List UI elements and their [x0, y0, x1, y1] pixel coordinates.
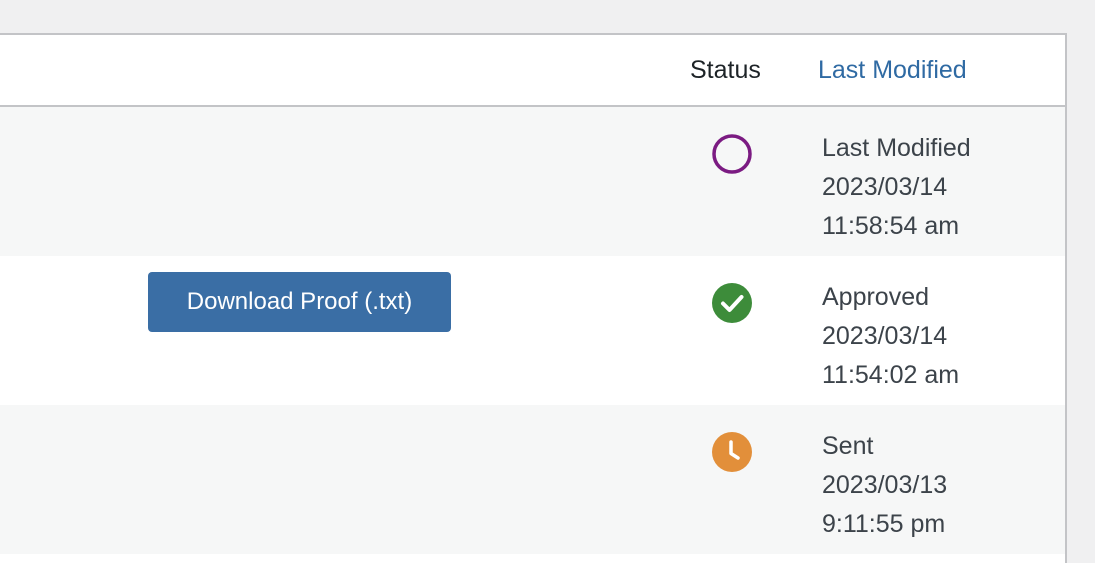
clock-circle-icon [711, 431, 753, 473]
status-label: Last Modified [822, 134, 971, 162]
last-modified-cell: Sent 2023/03/13 9:11:55 pm [822, 427, 947, 544]
modified-time: 11:58:54 am [822, 212, 960, 240]
last-modified-cell: Last Modified 2023/03/14 11:58:54 am [822, 129, 971, 246]
last-modified-cell: Approved 2023/03/14 11:54:02 am [822, 278, 959, 395]
table-row: Sent 2023/03/13 9:11:55 pm [0, 405, 1065, 554]
empty-circle-icon [711, 133, 753, 175]
table-row: Download Proof (.txt) Approved 2023/03/1… [0, 256, 1065, 405]
modified-date: 2023/03/14 [822, 173, 948, 201]
column-header-last-modified-sort-link[interactable]: Last Modified [818, 56, 967, 85]
column-header-status: Status [690, 56, 761, 84]
modified-time: 11:54:02 am [822, 361, 960, 389]
table-header: Status Last Modified [0, 35, 1065, 107]
download-proof-button[interactable]: Download Proof (.txt) [148, 272, 451, 332]
proofs-table: Status Last Modified Last Modified 2023/… [0, 33, 1067, 563]
status-label: Sent [822, 432, 874, 460]
modified-time: 9:11:55 pm [822, 510, 946, 538]
modified-date: 2023/03/13 [822, 471, 948, 499]
modified-date: 2023/03/14 [822, 322, 948, 350]
table-row: Last Modified 2023/03/14 11:58:54 am [0, 107, 1065, 256]
status-label: Approved [822, 283, 930, 311]
checkmark-circle-icon [711, 282, 753, 324]
